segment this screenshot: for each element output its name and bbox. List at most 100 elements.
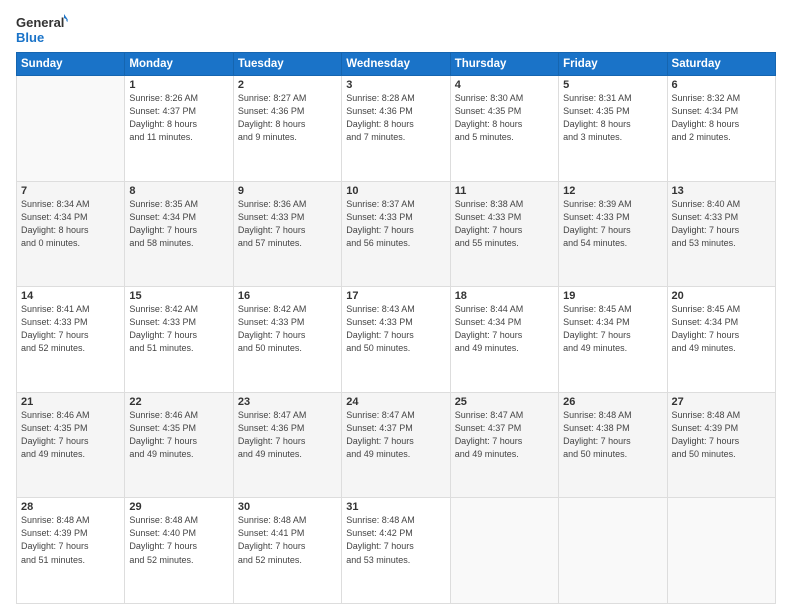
day-number: 10 (346, 185, 445, 197)
day-info: Sunrise: 8:48 AMSunset: 4:38 PMDaylight:… (563, 409, 662, 461)
calendar-cell: 19Sunrise: 8:45 AMSunset: 4:34 PMDayligh… (559, 287, 667, 393)
calendar-week-1: 1Sunrise: 8:26 AMSunset: 4:37 PMDaylight… (17, 76, 776, 182)
day-number: 25 (455, 396, 554, 408)
calendar-cell: 13Sunrise: 8:40 AMSunset: 4:33 PMDayligh… (667, 181, 775, 287)
day-number: 11 (455, 185, 554, 197)
calendar-cell (17, 76, 125, 182)
logo-svg: General Blue (16, 12, 68, 48)
day-number: 14 (21, 290, 120, 302)
day-number: 8 (129, 185, 228, 197)
day-number: 9 (238, 185, 337, 197)
calendar-cell: 11Sunrise: 8:38 AMSunset: 4:33 PMDayligh… (450, 181, 558, 287)
calendar-cell: 24Sunrise: 8:47 AMSunset: 4:37 PMDayligh… (342, 392, 450, 498)
day-number: 24 (346, 396, 445, 408)
day-number: 3 (346, 79, 445, 91)
calendar-week-4: 21Sunrise: 8:46 AMSunset: 4:35 PMDayligh… (17, 392, 776, 498)
calendar-cell: 14Sunrise: 8:41 AMSunset: 4:33 PMDayligh… (17, 287, 125, 393)
day-info: Sunrise: 8:40 AMSunset: 4:33 PMDaylight:… (672, 198, 771, 250)
weekday-header-wednesday: Wednesday (342, 53, 450, 76)
calendar-week-5: 28Sunrise: 8:48 AMSunset: 4:39 PMDayligh… (17, 498, 776, 604)
day-info: Sunrise: 8:39 AMSunset: 4:33 PMDaylight:… (563, 198, 662, 250)
day-info: Sunrise: 8:48 AMSunset: 4:42 PMDaylight:… (346, 514, 445, 566)
calendar-cell: 2Sunrise: 8:27 AMSunset: 4:36 PMDaylight… (233, 76, 341, 182)
calendar-cell: 12Sunrise: 8:39 AMSunset: 4:33 PMDayligh… (559, 181, 667, 287)
calendar-cell: 28Sunrise: 8:48 AMSunset: 4:39 PMDayligh… (17, 498, 125, 604)
calendar-cell: 26Sunrise: 8:48 AMSunset: 4:38 PMDayligh… (559, 392, 667, 498)
svg-text:Blue: Blue (16, 30, 44, 45)
day-info: Sunrise: 8:48 AMSunset: 4:39 PMDaylight:… (21, 514, 120, 566)
day-info: Sunrise: 8:46 AMSunset: 4:35 PMDaylight:… (21, 409, 120, 461)
day-info: Sunrise: 8:45 AMSunset: 4:34 PMDaylight:… (672, 303, 771, 355)
day-info: Sunrise: 8:44 AMSunset: 4:34 PMDaylight:… (455, 303, 554, 355)
day-number: 21 (21, 396, 120, 408)
calendar-cell: 22Sunrise: 8:46 AMSunset: 4:35 PMDayligh… (125, 392, 233, 498)
calendar-cell: 16Sunrise: 8:42 AMSunset: 4:33 PMDayligh… (233, 287, 341, 393)
day-info: Sunrise: 8:41 AMSunset: 4:33 PMDaylight:… (21, 303, 120, 355)
day-info: Sunrise: 8:27 AMSunset: 4:36 PMDaylight:… (238, 92, 337, 144)
svg-text:General: General (16, 15, 64, 30)
calendar-cell: 10Sunrise: 8:37 AMSunset: 4:33 PMDayligh… (342, 181, 450, 287)
day-number: 13 (672, 185, 771, 197)
calendar-table: SundayMondayTuesdayWednesdayThursdayFrid… (16, 52, 776, 604)
day-info: Sunrise: 8:46 AMSunset: 4:35 PMDaylight:… (129, 409, 228, 461)
weekday-header-friday: Friday (559, 53, 667, 76)
calendar-cell (559, 498, 667, 604)
page: General Blue SundayMondayTuesdayWednesda… (0, 0, 792, 612)
calendar-cell: 17Sunrise: 8:43 AMSunset: 4:33 PMDayligh… (342, 287, 450, 393)
header: General Blue (16, 12, 776, 48)
calendar-cell: 1Sunrise: 8:26 AMSunset: 4:37 PMDaylight… (125, 76, 233, 182)
calendar-cell: 5Sunrise: 8:31 AMSunset: 4:35 PMDaylight… (559, 76, 667, 182)
day-info: Sunrise: 8:28 AMSunset: 4:36 PMDaylight:… (346, 92, 445, 144)
day-info: Sunrise: 8:48 AMSunset: 4:40 PMDaylight:… (129, 514, 228, 566)
calendar-header-row: SundayMondayTuesdayWednesdayThursdayFrid… (17, 53, 776, 76)
calendar-cell: 7Sunrise: 8:34 AMSunset: 4:34 PMDaylight… (17, 181, 125, 287)
weekday-header-monday: Monday (125, 53, 233, 76)
calendar-week-3: 14Sunrise: 8:41 AMSunset: 4:33 PMDayligh… (17, 287, 776, 393)
day-info: Sunrise: 8:36 AMSunset: 4:33 PMDaylight:… (238, 198, 337, 250)
calendar-cell: 18Sunrise: 8:44 AMSunset: 4:34 PMDayligh… (450, 287, 558, 393)
day-number: 27 (672, 396, 771, 408)
day-number: 29 (129, 501, 228, 513)
day-number: 6 (672, 79, 771, 91)
day-number: 22 (129, 396, 228, 408)
day-number: 12 (563, 185, 662, 197)
day-number: 7 (21, 185, 120, 197)
calendar-cell: 30Sunrise: 8:48 AMSunset: 4:41 PMDayligh… (233, 498, 341, 604)
day-number: 15 (129, 290, 228, 302)
weekday-header-saturday: Saturday (667, 53, 775, 76)
calendar-cell (667, 498, 775, 604)
day-number: 17 (346, 290, 445, 302)
day-info: Sunrise: 8:30 AMSunset: 4:35 PMDaylight:… (455, 92, 554, 144)
calendar-cell: 9Sunrise: 8:36 AMSunset: 4:33 PMDaylight… (233, 181, 341, 287)
day-info: Sunrise: 8:32 AMSunset: 4:34 PMDaylight:… (672, 92, 771, 144)
day-number: 31 (346, 501, 445, 513)
calendar-cell: 15Sunrise: 8:42 AMSunset: 4:33 PMDayligh… (125, 287, 233, 393)
calendar-cell: 23Sunrise: 8:47 AMSunset: 4:36 PMDayligh… (233, 392, 341, 498)
day-info: Sunrise: 8:42 AMSunset: 4:33 PMDaylight:… (129, 303, 228, 355)
day-info: Sunrise: 8:35 AMSunset: 4:34 PMDaylight:… (129, 198, 228, 250)
day-info: Sunrise: 8:26 AMSunset: 4:37 PMDaylight:… (129, 92, 228, 144)
day-info: Sunrise: 8:34 AMSunset: 4:34 PMDaylight:… (21, 198, 120, 250)
day-number: 18 (455, 290, 554, 302)
day-number: 23 (238, 396, 337, 408)
calendar-cell (450, 498, 558, 604)
day-info: Sunrise: 8:43 AMSunset: 4:33 PMDaylight:… (346, 303, 445, 355)
calendar-cell: 31Sunrise: 8:48 AMSunset: 4:42 PMDayligh… (342, 498, 450, 604)
day-number: 2 (238, 79, 337, 91)
calendar-week-2: 7Sunrise: 8:34 AMSunset: 4:34 PMDaylight… (17, 181, 776, 287)
day-number: 4 (455, 79, 554, 91)
day-number: 20 (672, 290, 771, 302)
day-info: Sunrise: 8:47 AMSunset: 4:37 PMDaylight:… (455, 409, 554, 461)
day-number: 28 (21, 501, 120, 513)
weekday-header-sunday: Sunday (17, 53, 125, 76)
day-info: Sunrise: 8:38 AMSunset: 4:33 PMDaylight:… (455, 198, 554, 250)
day-number: 19 (563, 290, 662, 302)
day-info: Sunrise: 8:47 AMSunset: 4:36 PMDaylight:… (238, 409, 337, 461)
day-info: Sunrise: 8:42 AMSunset: 4:33 PMDaylight:… (238, 303, 337, 355)
day-info: Sunrise: 8:31 AMSunset: 4:35 PMDaylight:… (563, 92, 662, 144)
logo: General Blue (16, 12, 68, 48)
weekday-header-thursday: Thursday (450, 53, 558, 76)
calendar-cell: 4Sunrise: 8:30 AMSunset: 4:35 PMDaylight… (450, 76, 558, 182)
day-number: 16 (238, 290, 337, 302)
day-number: 1 (129, 79, 228, 91)
